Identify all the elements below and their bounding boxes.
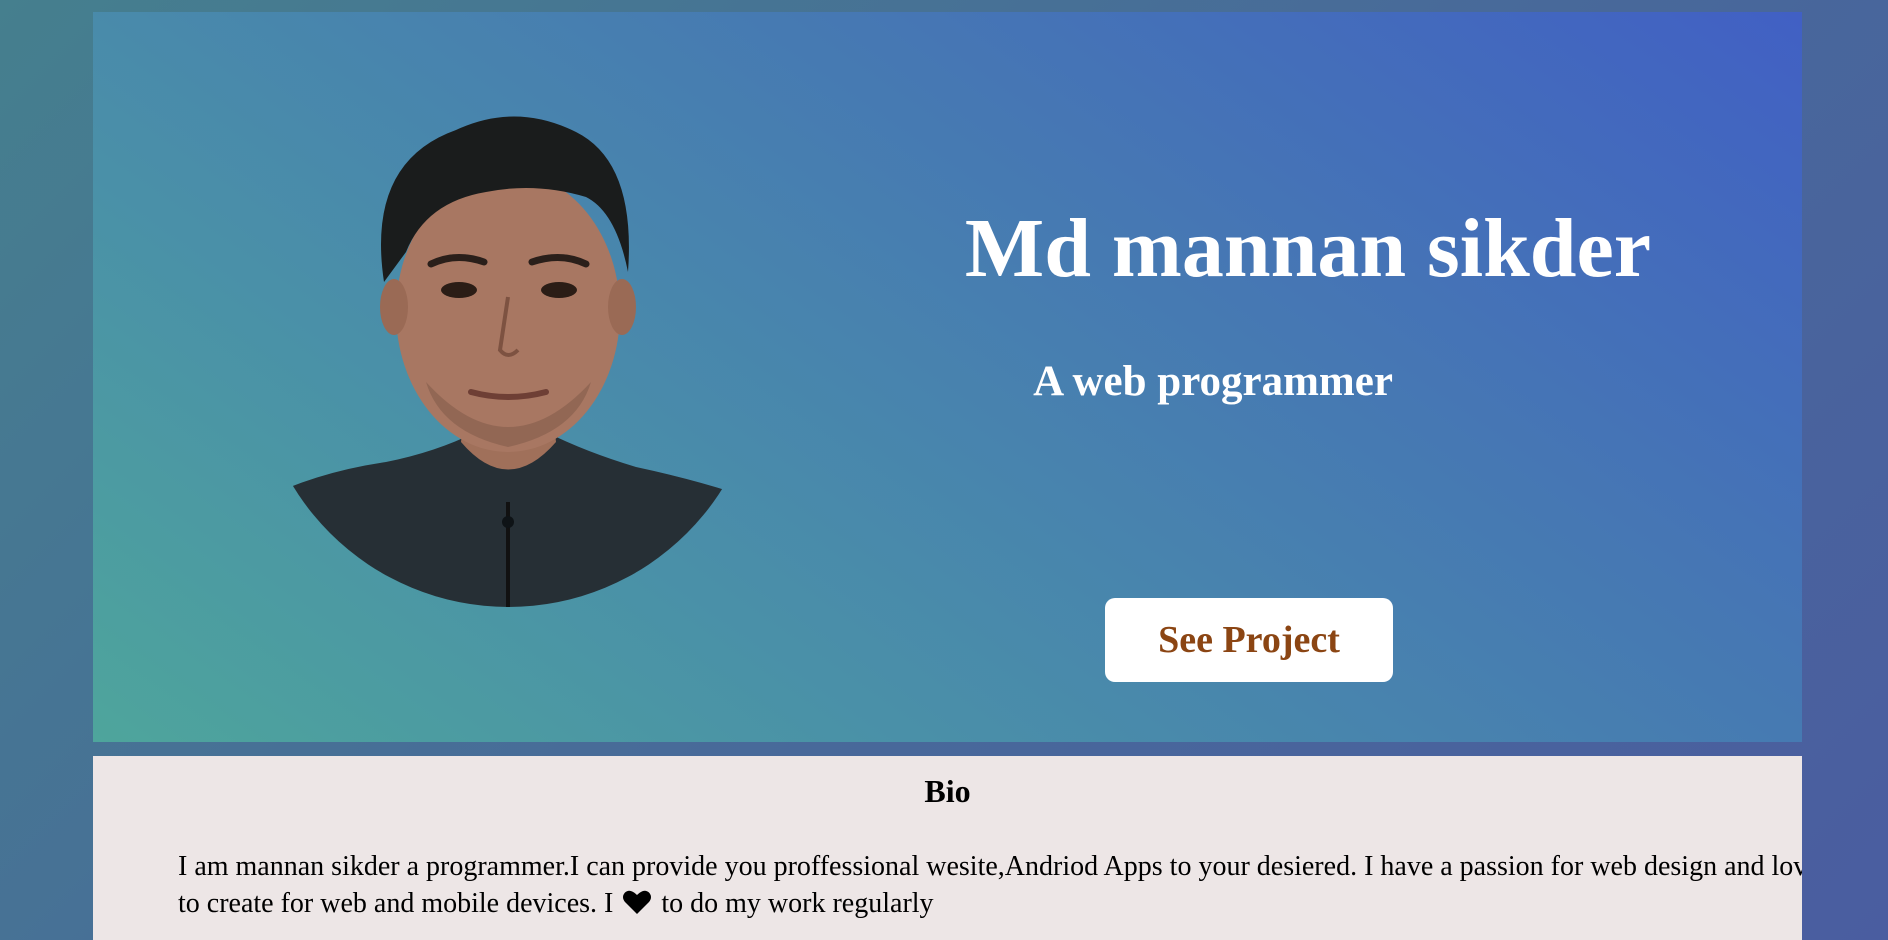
bio-text-start: I am mannan sikder a programmer.I can pr… bbox=[178, 851, 1802, 919]
hero-name: Md mannan sikder bbox=[964, 202, 1652, 295]
hero-section: Md mannan sikder A web programmer See Pr… bbox=[93, 12, 1802, 742]
hero-tagline: A web programmer bbox=[1033, 358, 1393, 405]
see-project-button[interactable]: See Project bbox=[1105, 598, 1393, 682]
profile-photo-icon bbox=[256, 116, 761, 607]
heart-icon bbox=[623, 890, 652, 914]
profile-photo bbox=[256, 102, 761, 607]
bio-section: Bio I am mannan sikder a programmer.I ca… bbox=[93, 756, 1802, 940]
bio-title: Bio bbox=[924, 773, 971, 809]
bio-text-end: to do my work regularly bbox=[654, 888, 934, 919]
bio-text: I am mannan sikder a programmer.I can pr… bbox=[178, 848, 1802, 922]
